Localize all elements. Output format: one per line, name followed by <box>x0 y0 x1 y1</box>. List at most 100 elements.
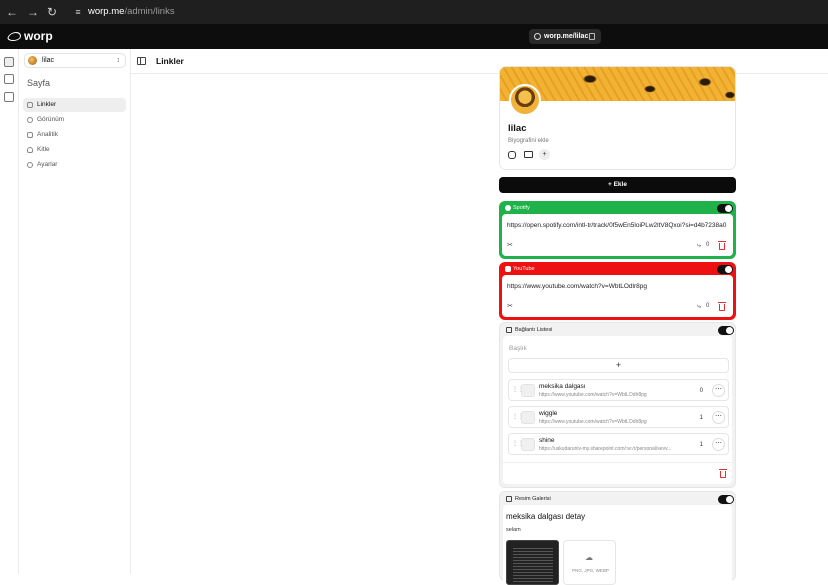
cloud-upload-icon: ☁ <box>585 553 593 562</box>
click-count-icon: ⤷ <box>697 242 701 249</box>
youtube-url-field[interactable]: https://www.youtube.com/watch?v=WbtLOdlr… <box>507 282 731 291</box>
list-item[interactable]: ⋮⋮ wiggle https://www.youtube.com/watch?… <box>508 406 729 428</box>
sidebar-item-audience[interactable]: Kitle <box>23 143 126 157</box>
gallery-heading[interactable]: meksika dalgası detay <box>506 512 585 522</box>
reload-icon[interactable]: ↻ <box>44 4 60 20</box>
public-link-text: worp.me/lilac <box>544 33 589 40</box>
gallery-image-thumbnail[interactable] <box>506 540 559 585</box>
spotify-card-header: Spotify <box>505 204 530 212</box>
item-title: wiggle <box>539 410 558 417</box>
youtube-toggle[interactable] <box>717 265 733 274</box>
sidebar-item-links[interactable]: Linkler <box>23 98 126 112</box>
gallery-card-title: Resim Galerisi <box>515 496 551 502</box>
scissors-icon[interactable]: ✂ <box>507 241 513 250</box>
app-header: worp worp.me/lilac <box>0 24 828 49</box>
youtube-icon <box>505 266 511 272</box>
trash-icon[interactable] <box>718 241 726 250</box>
back-arrow-icon[interactable]: ← <box>4 4 20 20</box>
spotify-url-field[interactable]: https://open.spotify.com/intl-tr/track/0… <box>507 221 731 230</box>
item-click-count: 1 <box>699 415 703 421</box>
collection-card-body: Başlık + ⋮⋮ meksika dalgası https://www.… <box>503 336 732 484</box>
add-button[interactable]: + Ekle <box>499 177 736 193</box>
gallery-description[interactable]: selam <box>506 527 521 534</box>
avatar[interactable] <box>509 84 541 116</box>
sidebar-item-settings[interactable]: Ayarlar <box>23 158 126 172</box>
divider <box>503 462 732 463</box>
worp-logo-icon <box>6 32 23 41</box>
pages-icon[interactable] <box>4 57 14 67</box>
thumbnail-placeholder[interactable] <box>521 411 535 424</box>
spotify-icon <box>505 205 511 211</box>
item-url: https://www.youtube.com/watch?v=WbtLOdlr… <box>539 419 647 425</box>
globe-icon <box>534 33 541 40</box>
image-upload-dropzone[interactable]: ☁ PNG, JPG, WEBP <box>563 540 616 585</box>
item-title: meksika dalgası <box>539 383 586 390</box>
settings-icon[interactable] <box>4 92 14 102</box>
plus-icon[interactable]: + <box>539 149 550 160</box>
sidebar: lilac ↕ Sayfa Linkler Görünüm Analitik K… <box>19 49 131 574</box>
forward-arrow-icon[interactable]: → <box>25 4 41 20</box>
spotify-link-card: Spotify https://open.spotify.com/intl-tr… <box>499 201 736 259</box>
shop-icon[interactable] <box>4 74 14 84</box>
gear-icon <box>27 162 33 168</box>
page-name: lilac <box>42 57 55 64</box>
page-selector[interactable]: lilac ↕ <box>24 53 126 68</box>
gallery-toggle[interactable] <box>718 495 734 504</box>
more-options-icon[interactable]: ⋯ <box>712 384 725 397</box>
youtube-card-body: https://www.youtube.com/watch?v=WbtLOdlr… <box>502 275 733 317</box>
item-click-count: 1 <box>699 442 703 448</box>
image-icon <box>506 496 512 502</box>
image-content <box>513 547 553 582</box>
sidebar-item-label: Analitik <box>37 131 58 138</box>
mail-icon[interactable] <box>524 151 533 158</box>
click-count-icon: ⤷ <box>697 303 701 310</box>
youtube-card-header: YouTube <box>505 265 535 273</box>
collection-card-header: Bağlantı Listesi <box>506 326 552 334</box>
sidebar-toggle-icon[interactable] <box>137 57 146 65</box>
worp-logo[interactable]: worp <box>6 30 53 43</box>
profile-card: lilac Biyografini ekle + <box>499 66 736 170</box>
upload-hint: PNG, JPG, WEBP <box>572 568 609 573</box>
sidebar-item-analytics[interactable]: Analitik <box>23 128 126 142</box>
thumbnail-placeholder[interactable] <box>521 438 535 451</box>
spotify-toggle[interactable] <box>717 204 733 213</box>
sidebar-item-label: Linkler <box>37 101 57 108</box>
spotify-click-count: 0 <box>706 242 710 248</box>
copy-icon[interactable] <box>589 33 595 40</box>
list-icon <box>506 327 512 333</box>
trash-icon[interactable] <box>718 302 726 311</box>
list-item[interactable]: ⋮⋮ meksika dalgası https://www.youtube.c… <box>508 379 729 401</box>
collection-heading-input[interactable]: Başlık <box>509 344 527 353</box>
address-bar[interactable]: worp.me/admin/links <box>88 5 175 18</box>
sidebar-item-label: Ayarlar <box>37 161 58 168</box>
link-icon <box>27 102 33 108</box>
add-collection-item-button[interactable]: + <box>508 358 729 373</box>
collection-card-title: Bağlantı Listesi <box>515 327 553 333</box>
users-icon <box>27 147 33 153</box>
more-options-icon[interactable]: ⋯ <box>712 438 725 451</box>
youtube-link-card: YouTube https://www.youtube.com/watch?v=… <box>499 262 736 320</box>
sidebar-item-appearance[interactable]: Görünüm <box>23 113 126 127</box>
bio-placeholder[interactable]: Biyografini ekle <box>508 137 549 145</box>
profile-name[interactable]: lilac <box>508 123 527 134</box>
item-title: shine <box>539 437 555 444</box>
url-path: /admin/links <box>124 6 175 17</box>
page-avatar <box>28 56 37 65</box>
list-item[interactable]: ⋮⋮ shine https://uskudaruniv-my.sharepoi… <box>508 433 729 455</box>
gallery-card-body: meksika dalgası detay selam ☁ PNG, JPG, … <box>503 505 732 585</box>
more-options-icon[interactable]: ⋯ <box>712 411 725 424</box>
item-url: https://uskudaruniv-my.sharepoint.com/:w… <box>539 446 672 452</box>
link-collection-card: Bağlantı Listesi Başlık + ⋮⋮ meksika dal… <box>499 322 736 488</box>
instagram-icon[interactable] <box>508 151 516 159</box>
collection-toggle[interactable] <box>718 326 734 335</box>
youtube-click-count: 0 <box>706 303 710 309</box>
public-link-pill[interactable]: worp.me/lilac <box>529 29 601 44</box>
scissors-icon[interactable]: ✂ <box>507 302 513 311</box>
spotify-card-title: Spotify <box>513 205 530 211</box>
page-title: Linkler <box>156 56 184 66</box>
thumbnail-placeholder[interactable] <box>521 384 535 397</box>
trash-icon[interactable] <box>719 469 727 478</box>
image-gallery-card: Resim Galerisi meksika dalgası detay sel… <box>499 491 736 585</box>
site-info-icon[interactable]: ≡ <box>70 4 86 20</box>
sidebar-item-label: Kitle <box>37 146 50 153</box>
